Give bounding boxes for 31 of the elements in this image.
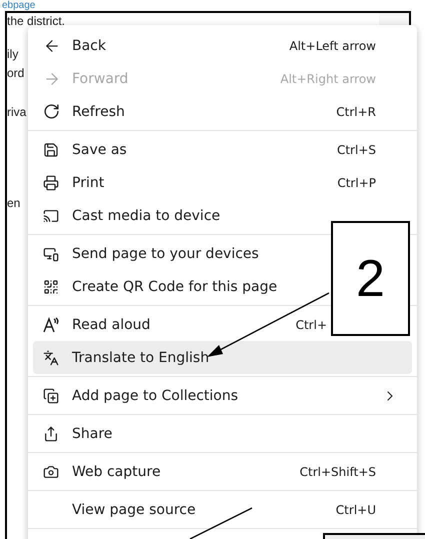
refresh-icon <box>43 103 60 120</box>
menu-item[interactable]: Translate to English <box>33 341 412 374</box>
page-text: en <box>7 195 20 211</box>
camera-icon <box>43 464 59 480</box>
share-icon <box>43 426 59 442</box>
qr-code-icon <box>43 278 59 294</box>
menu-item[interactable]: Send page to your devices <box>33 237 329 270</box>
save-icon <box>43 142 59 158</box>
read-aloud-icon <box>43 316 60 332</box>
collections-icon <box>43 388 59 404</box>
menu-item[interactable]: View page source Ctrl+U <box>33 493 412 526</box>
page-text: ord <box>7 65 24 81</box>
menu-item[interactable]: Read aloud Ctrl+ <box>33 308 329 341</box>
menu-item[interactable]: Share <box>33 417 412 450</box>
menu-item[interactable]: Print Ctrl+P <box>33 166 412 199</box>
menu-item[interactable]: Save as Ctrl+S <box>33 133 412 166</box>
page-text: riva <box>7 104 26 120</box>
devices-icon <box>43 246 59 262</box>
printer-icon <box>43 174 59 190</box>
annotation-label: 2 <box>331 221 410 336</box>
translate-icon <box>43 350 59 366</box>
page-text: the district. <box>7 13 66 29</box>
menu-item[interactable]: Add page to Collections <box>33 379 412 412</box>
page-link[interactable]: ebpage <box>2 0 36 11</box>
page-text: ily <box>7 46 18 62</box>
menu-item[interactable]: Cast media to device <box>33 199 329 232</box>
menu-item[interactable]: Web capture Ctrl+Shift+S <box>33 455 412 488</box>
menu-item[interactable]: Back Alt+Left arrow <box>33 29 412 62</box>
menu-item[interactable]: Create QR Code for this page <box>33 270 329 303</box>
menu-item[interactable]: Refresh Ctrl+R <box>33 95 412 128</box>
cast-icon <box>43 208 59 224</box>
